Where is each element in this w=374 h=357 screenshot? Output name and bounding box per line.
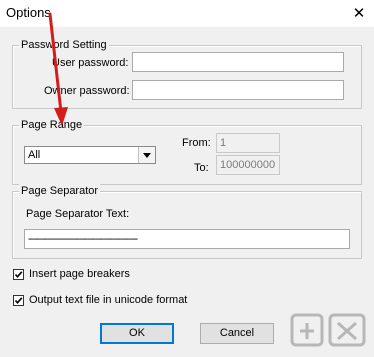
close-button[interactable]: ✕ [344, 0, 374, 26]
owner-password-label: Owner password: [44, 85, 130, 97]
to-label: To: [194, 162, 209, 174]
page-range-selected: All [28, 149, 41, 161]
close-icon: ✕ [352, 5, 366, 22]
to-field[interactable]: 100000000 [216, 155, 280, 175]
page-range-legend: Page Range [19, 118, 85, 132]
owner-password-field[interactable] [132, 80, 344, 100]
from-field[interactable]: 1 [216, 133, 280, 153]
unicode-output-label[interactable]: Output text file in unicode format [29, 293, 187, 307]
separator-text-field[interactable]: ----------------------------------------… [24, 229, 350, 249]
page-range-select[interactable]: All [24, 146, 156, 164]
watermark-logo [290, 313, 366, 347]
password-setting-legend: Password Setting [19, 38, 109, 52]
chevron-down-icon[interactable] [138, 147, 155, 163]
unicode-output-checkbox[interactable] [13, 295, 24, 306]
checkmark-icon [14, 271, 23, 279]
insert-breakers-checkbox[interactable] [13, 269, 24, 280]
page-separator-legend: Page Separator [19, 184, 101, 198]
from-label: From: [182, 137, 211, 149]
user-password-label: User password: [52, 57, 129, 69]
window-title: Options [6, 5, 51, 20]
dialog-body: Password Setting User password: Owner pa… [0, 27, 374, 357]
user-password-field[interactable] [132, 52, 344, 72]
insert-breakers-label[interactable]: Insert page breakers [29, 267, 130, 281]
separator-text-label: Page Separator Text: [26, 208, 130, 220]
cancel-button[interactable]: Cancel [200, 323, 274, 344]
ok-button[interactable]: OK [100, 323, 174, 344]
title-bar: Options ✕ [0, 0, 374, 27]
checkmark-icon [14, 297, 23, 305]
